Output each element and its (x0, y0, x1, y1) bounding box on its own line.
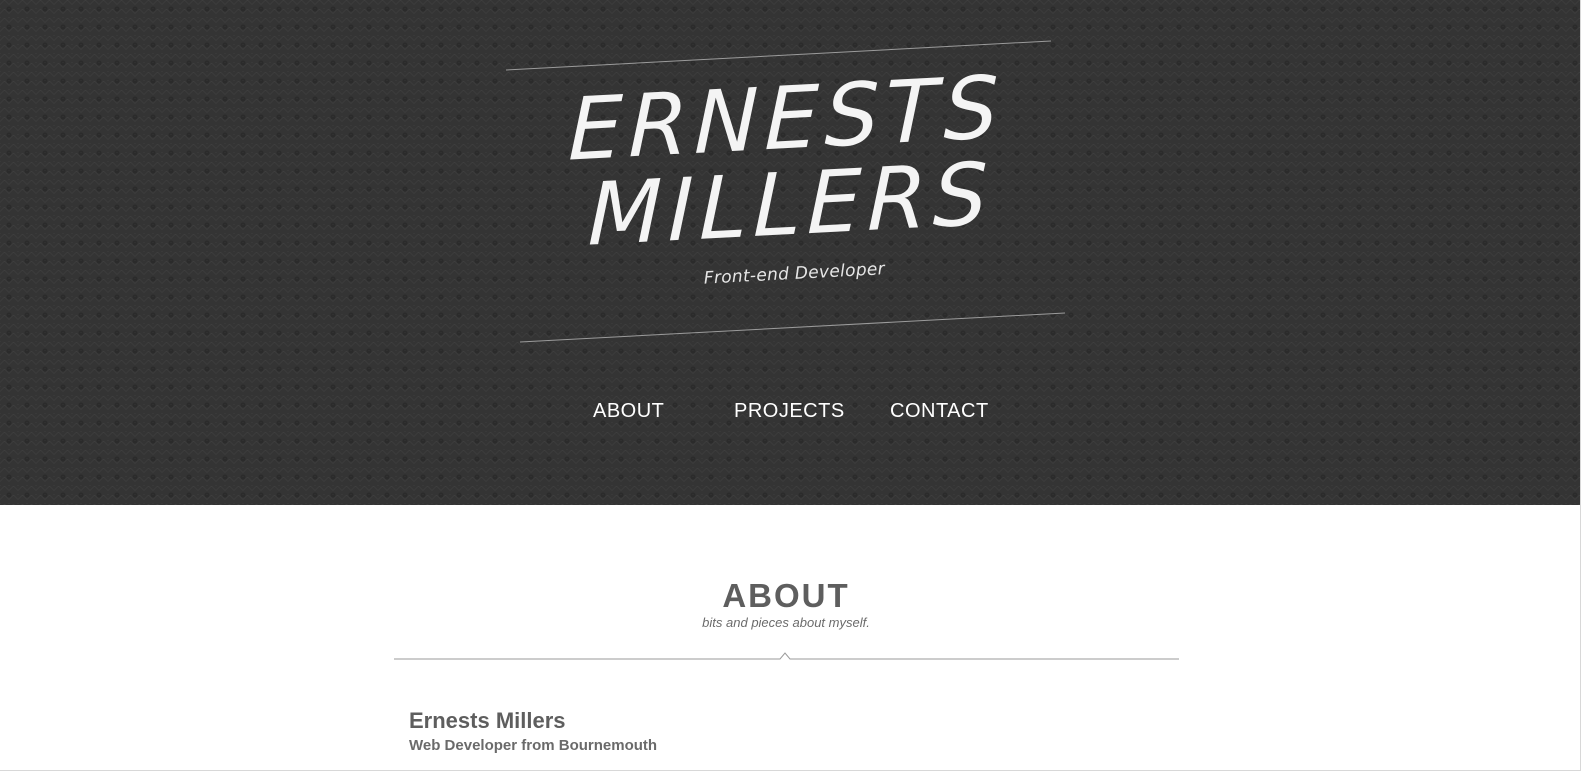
site-header: ERNESTS MILLERS Front-end Developer ABOU… (0, 0, 1580, 505)
main-nav: ABOUT PROJECTS CONTACT (0, 400, 1580, 430)
site-logo[interactable]: ERNESTS MILLERS Front-end Developer (554, 58, 1026, 322)
logo-last-name: MILLERS (587, 144, 995, 266)
about-section-title: ABOUT (722, 577, 850, 614)
about-role-subheading: Web Developer from Bournemouth (409, 737, 658, 754)
about-section: ABOUT bits and pieces about myself. Erne… (0, 505, 1580, 770)
nav-about-link[interactable]: ABOUT (593, 400, 664, 423)
page: ERNESTS MILLERS Front-end Developer ABOU… (0, 0, 1581, 771)
about-section-subtitle: bits and pieces about myself. (702, 615, 870, 630)
divider-caret-line (394, 652, 1179, 660)
nav-contact-link[interactable]: CONTACT (890, 400, 989, 423)
about-name-heading: Ernests Millers (409, 708, 566, 733)
nav-projects-link[interactable]: PROJECTS (734, 400, 845, 423)
section-divider (394, 652, 1179, 660)
